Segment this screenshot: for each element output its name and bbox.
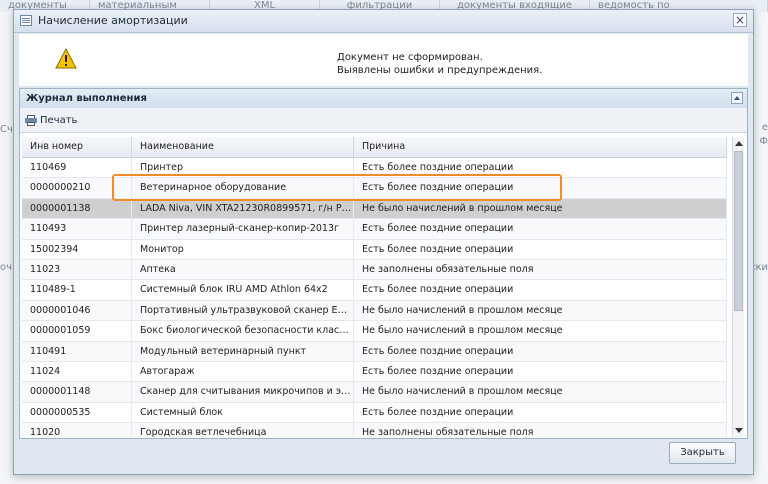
table-row[interactable]: 110493 Принтер лазерный-сканер-копир-2013… [22, 219, 727, 240]
message-area: Документ не сформирован. Выявлены ошибки… [19, 34, 748, 86]
reason-cell: Не было начислений в прошлом месяце [354, 321, 727, 341]
vertical-scrollbar[interactable] [732, 137, 744, 437]
journal-grid: Инв номер Наименование Причина 110469 При… [22, 137, 727, 437]
reason-cell: Не было начислений в прошлом месяце [354, 382, 727, 402]
journal-toolbar: Печать [20, 108, 747, 133]
inv-cell: 11023 [22, 259, 132, 280]
depreciation-dialog: Начисление амортизации × Документ не сфо… [13, 9, 754, 475]
table-row[interactable]: 15002394 Монитор Есть более поздние операц… [22, 239, 727, 260]
reason-cell: Есть более поздние операции [354, 239, 727, 259]
warning-icon [55, 48, 77, 69]
name-cell: Принтер лазерный-сканер-копир-2013г [132, 219, 354, 239]
grid-header: Инв номер Наименование Причина [22, 137, 727, 158]
name-cell: Ветеринарное оборудование [132, 178, 354, 198]
inv-cell: 110491 [22, 341, 132, 361]
inv-cell: 0000000535 [22, 402, 132, 423]
bg-left-fragment: Сч [0, 124, 13, 135]
table-row[interactable]: 0000000535 Системный блок Есть более поздн… [22, 402, 727, 424]
inv-cell: 110489-1 [22, 280, 132, 300]
table-row[interactable]: 0000001138 LADA Niva, VIN XTA21230R089957… [22, 198, 727, 220]
name-cell: Системный блок [132, 402, 354, 423]
inv-cell: 15002394 [22, 239, 132, 259]
inv-cell: 0000001138 [22, 198, 132, 219]
reason-cell: Есть более поздние операции [354, 178, 727, 198]
table-row[interactable]: 11020 Городская ветлечебница Не заполнены … [22, 423, 727, 437]
inv-cell: 0000001148 [22, 382, 132, 402]
journal-header: Журнал выполнения [20, 89, 747, 109]
collapse-icon[interactable] [731, 92, 743, 104]
inv-cell: 0000001059 [22, 321, 132, 341]
table-row[interactable]: 0000001046 Портативный ультразвуковой ска… [22, 300, 727, 322]
reason-cell: Есть более поздние операции [354, 402, 727, 423]
close-icon[interactable]: × [733, 13, 747, 27]
journal-title: Журнал выполнения [26, 93, 147, 104]
inv-cell: 0000000210 [22, 178, 132, 198]
name-cell: Бокс биологической безопасности класса I… [132, 321, 354, 341]
dialog-titlebar[interactable]: Начисление амортизации × [14, 10, 753, 33]
table-row[interactable]: 110489-1 Системный блок IRU AMD Athlon 64… [22, 280, 727, 301]
column-header-name[interactable]: Наименование [132, 137, 354, 157]
grid-body: 110469 Принтер Есть более поздние операции… [22, 158, 727, 437]
reason-cell: Есть более поздние операции [354, 219, 727, 239]
inv-cell: 110469 [22, 158, 132, 178]
table-row[interactable]: 0000001148 Сканер для считывания микрочип… [22, 382, 727, 403]
inv-cell: 110493 [22, 219, 132, 239]
reason-cell: Есть более поздние операции [354, 280, 727, 300]
name-cell: Аптека [132, 259, 354, 280]
inv-cell: 11020 [22, 423, 132, 437]
reason-cell: Есть более поздние операции [354, 361, 727, 382]
reason-cell: Есть более поздние операции [354, 341, 727, 361]
name-cell: LADA Niva, VIN XTA21230R0899571, г/н P75… [132, 198, 354, 219]
journal-panel: Журнал выполнения Печать Инв номер Наиме… [19, 88, 748, 439]
column-header-inv[interactable]: Инв номер [22, 137, 132, 157]
table-row[interactable]: 0000001059 Бокс биологической безопасност… [22, 321, 727, 342]
table-row[interactable]: 11024 Автогараж Есть более поздние операци… [22, 361, 727, 383]
name-cell: Модульный ветеринарный пункт [132, 341, 354, 361]
reason-cell: Не было начислений в прошлом месяце [354, 198, 727, 219]
column-header-reason[interactable]: Причина [354, 137, 727, 157]
printer-icon [25, 114, 37, 126]
name-cell: Принтер [132, 158, 354, 178]
table-row[interactable]: 110469 Принтер Есть более поздние операции [22, 158, 727, 179]
window-icon [20, 15, 32, 26]
name-cell: Портативный ультразвуковой сканер EMP ..… [132, 300, 354, 321]
print-button[interactable]: Печать [25, 112, 77, 128]
reason-cell: Не было начислений в прошлом месяце [354, 300, 727, 321]
message-line: Документ не сформирован. [337, 52, 483, 63]
scroll-down-icon[interactable] [735, 428, 743, 433]
name-cell: Автогараж [132, 361, 354, 382]
table-row[interactable]: 11023 Аптека Не заполнены обязательные пол… [22, 259, 727, 281]
inv-cell: 0000001046 [22, 300, 132, 321]
reason-cell: Есть более поздние операции [354, 158, 727, 178]
print-label: Печать [40, 114, 78, 126]
reason-cell: Не заполнены обязательные поля [354, 423, 727, 437]
name-cell: Городская ветлечебница [132, 423, 354, 437]
scroll-thumb[interactable] [734, 151, 743, 311]
table-row[interactable]: 110491 Модульный ветеринарный пункт Есть б… [22, 341, 727, 362]
dialog-title: Начисление амортизации [38, 14, 188, 27]
message-line: Выявлены ошибки и предупреждения. [337, 65, 543, 76]
bg-left-fragment: оч [0, 262, 13, 273]
inv-cell: 11024 [22, 361, 132, 382]
name-cell: Монитор [132, 239, 354, 259]
reason-cell: Не заполнены обязательные поля [354, 259, 727, 280]
scroll-up-icon[interactable] [735, 141, 743, 146]
close-button[interactable]: Закрыть [669, 442, 736, 464]
table-row[interactable]: 0000000210 Ветеринарное оборудование Есть … [22, 178, 727, 199]
name-cell: Системный блок IRU AMD Athlon 64x2 [132, 280, 354, 300]
name-cell: Сканер для считывания микрочипов и элек.… [132, 382, 354, 402]
